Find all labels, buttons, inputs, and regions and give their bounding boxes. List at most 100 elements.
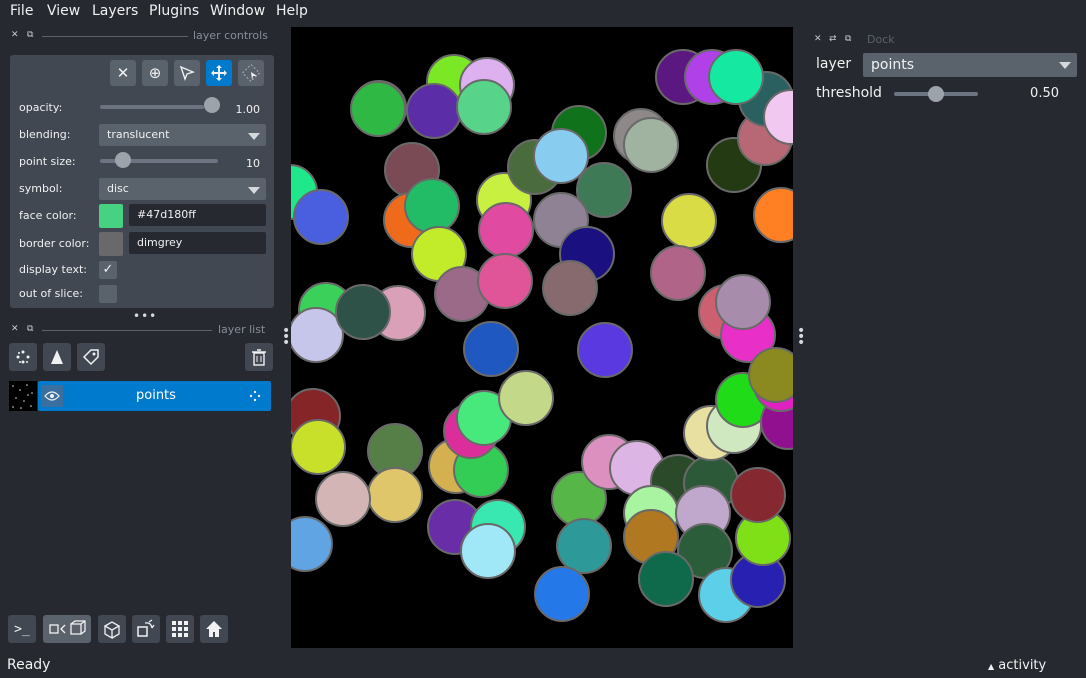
display-text-label: display text:	[19, 263, 87, 276]
delete-selected-points-button[interactable]: ✕	[110, 60, 136, 86]
opacity-slider[interactable]	[100, 105, 204, 109]
point[interactable]	[404, 178, 460, 234]
new-shapes-layer-button[interactable]	[43, 343, 71, 371]
delete-layer-button[interactable]	[245, 343, 273, 371]
display-text-checkbox[interactable]: ✓	[99, 261, 117, 279]
point[interactable]	[638, 551, 694, 607]
border-color-field[interactable]: dimgrey	[129, 232, 266, 254]
point[interactable]	[335, 284, 391, 340]
point[interactable]	[460, 523, 516, 579]
point[interactable]	[315, 471, 371, 527]
chevron-down-icon	[1059, 62, 1071, 69]
reset-view-button[interactable]	[200, 615, 228, 643]
face-color-label: face color:	[19, 209, 77, 222]
point[interactable]	[577, 322, 633, 378]
point[interactable]	[291, 516, 333, 572]
add-points-icon	[16, 350, 30, 364]
menu-plugins[interactable]: Plugins	[149, 3, 199, 19]
point[interactable]	[367, 467, 423, 523]
transform-button[interactable]	[238, 60, 264, 86]
face-color-field[interactable]: #47d180ff	[129, 204, 266, 226]
layer-controls-panel: ✕ ⊕ opacity: 1.00 blending: translucent …	[10, 55, 274, 308]
close-dock-icon[interactable]: ✕	[814, 34, 822, 44]
activity-label: activity	[998, 658, 1047, 673]
add-labels-icon	[82, 349, 99, 366]
left-splitter-handle[interactable]: • • •	[282, 324, 290, 350]
layer-name[interactable]: points	[136, 388, 176, 403]
point[interactable]	[661, 193, 717, 249]
points-canvas[interactable]	[291, 27, 793, 648]
close-icon: ✕	[116, 64, 130, 82]
point[interactable]	[556, 518, 612, 574]
add-icon: ⊕	[148, 64, 162, 82]
point[interactable]	[463, 321, 519, 377]
point[interactable]	[477, 253, 533, 309]
transpose-icon	[137, 619, 155, 637]
point[interactable]	[715, 274, 771, 330]
threshold-slider-handle[interactable]	[928, 86, 944, 102]
face-color-swatch[interactable]	[99, 204, 123, 228]
threshold-label: threshold	[816, 85, 882, 101]
grid-icon	[172, 621, 188, 637]
point[interactable]	[406, 83, 462, 139]
point[interactable]	[456, 79, 512, 135]
point[interactable]	[708, 49, 764, 105]
pan-zoom-icon	[211, 65, 227, 81]
point[interactable]	[293, 189, 349, 245]
add-shapes-icon	[51, 350, 63, 364]
viewer-canvas[interactable]	[291, 27, 793, 648]
transpose-dims-button[interactable]	[132, 615, 160, 643]
undock-icon[interactable]: ⧉	[27, 30, 33, 40]
point[interactable]	[542, 260, 598, 316]
menu-window[interactable]: Window	[210, 3, 265, 19]
point[interactable]	[498, 370, 554, 426]
thumbnail-image	[12, 384, 33, 409]
point[interactable]	[478, 202, 534, 258]
activity-button[interactable]: ▲ activity	[988, 658, 1046, 673]
console-button[interactable]: >_	[8, 615, 36, 643]
ndisplay-button[interactable]	[43, 615, 91, 643]
float-dock-icon[interactable]: ⇄	[829, 34, 837, 44]
float-icon[interactable]: ✕	[11, 30, 19, 40]
menu-view[interactable]: View	[47, 3, 80, 19]
point[interactable]	[650, 245, 706, 301]
opacity-value: 1.00	[235, 103, 261, 116]
grid-view-button[interactable]	[166, 615, 194, 643]
add-points-button[interactable]: ⊕	[142, 60, 168, 86]
new-points-layer-button[interactable]	[9, 343, 37, 371]
dock-layer-select[interactable]: points	[863, 53, 1077, 77]
pan-zoom-button[interactable]	[206, 60, 232, 86]
layer-row-points[interactable]: points	[38, 381, 271, 411]
select-points-button[interactable]	[174, 60, 200, 86]
out-of-slice-checkbox[interactable]	[99, 285, 117, 303]
right-splitter-handle[interactable]: • • •	[797, 324, 805, 350]
menu-layers[interactable]: Layers	[92, 3, 138, 19]
splitter-handle[interactable]: •••	[133, 309, 157, 323]
point[interactable]	[623, 117, 679, 173]
threshold-value: 0.50	[1030, 86, 1059, 101]
roll-dims-button[interactable]	[98, 615, 126, 643]
point[interactable]	[533, 128, 589, 184]
menu-file[interactable]: File	[10, 3, 33, 19]
symbol-select[interactable]: disc	[99, 178, 266, 200]
point[interactable]	[753, 187, 793, 243]
undock-icon[interactable]: ⧉	[27, 324, 33, 334]
point-size-slider-handle[interactable]	[115, 152, 132, 168]
border-color-swatch[interactable]	[99, 232, 123, 256]
undock-icon[interactable]: ⧉	[845, 34, 851, 44]
roll-icon	[103, 621, 121, 640]
point[interactable]	[291, 307, 344, 363]
point[interactable]	[730, 467, 786, 523]
layer-thumbnail	[9, 381, 37, 411]
new-labels-layer-button[interactable]	[77, 343, 105, 371]
blending-select[interactable]: translucent	[99, 124, 266, 146]
dock-title: Dock	[867, 33, 895, 46]
visibility-toggle[interactable]	[41, 385, 63, 407]
opacity-slider-handle[interactable]	[204, 97, 220, 113]
point[interactable]	[534, 566, 590, 622]
point[interactable]	[291, 419, 346, 475]
point[interactable]	[350, 81, 406, 137]
menu-help[interactable]: Help	[276, 3, 308, 19]
point[interactable]	[748, 347, 793, 403]
float-icon[interactable]: ✕	[11, 324, 19, 334]
